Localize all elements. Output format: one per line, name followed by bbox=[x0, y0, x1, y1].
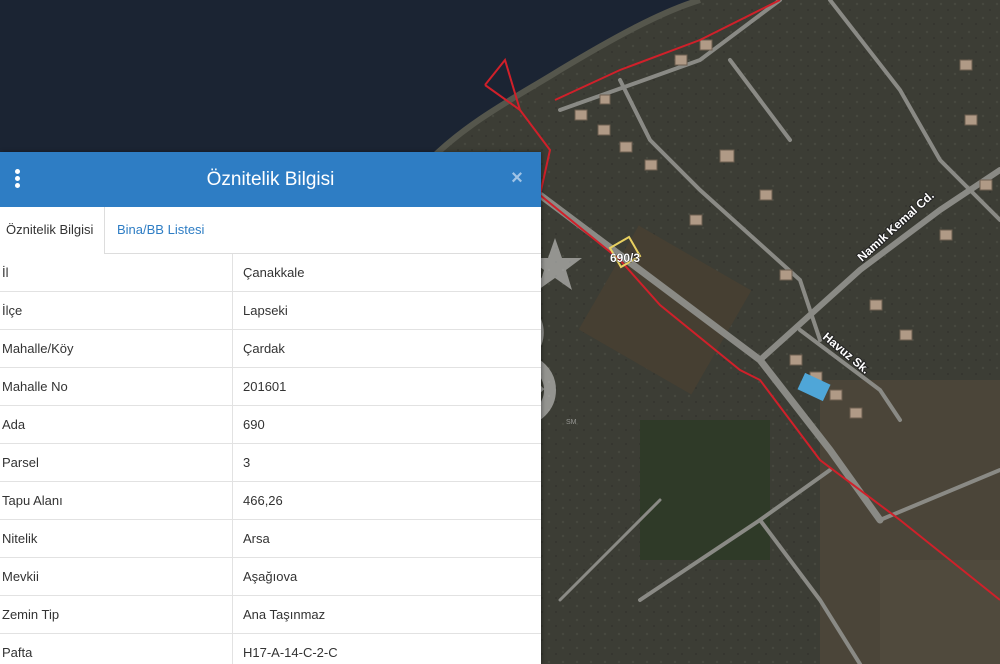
parcel-label: 690/3 bbox=[610, 251, 640, 265]
table-row: Nitelik Arsa bbox=[0, 519, 541, 558]
tab-attribute-info[interactable]: Öznitelik Bilgisi bbox=[0, 207, 105, 254]
panel-header: Öznitelik Bilgisi × bbox=[0, 152, 541, 207]
panel-tabs: Öznitelik Bilgisi Bina/BB Listesi bbox=[0, 207, 541, 254]
table-row: İl Çanakkale bbox=[0, 254, 541, 292]
attribute-key: Parsel bbox=[0, 443, 233, 482]
panel-title: Öznitelik Bilgisi bbox=[206, 169, 335, 190]
watermark-mark: SM bbox=[566, 419, 577, 426]
attribute-value: 201601 bbox=[232, 367, 541, 406]
table-row: Mahalle/Köy Çardak bbox=[0, 329, 541, 368]
field-patch bbox=[880, 560, 1000, 664]
table-row: Tapu Alanı 466,26 bbox=[0, 481, 541, 520]
map-viewer: 690/3 Namık Kemal Cd. Havuz Sk. SM Öznit… bbox=[0, 0, 1000, 664]
attribute-value: 466,26 bbox=[232, 481, 541, 520]
attribute-key: Ada bbox=[0, 405, 233, 444]
table-row: Pafta H17-A-14-C-2-C bbox=[0, 633, 541, 664]
table-row: Mevkii Aşağıova bbox=[0, 557, 541, 596]
attribute-key: Mevkii bbox=[0, 557, 233, 596]
attribute-value: Aşağıova bbox=[232, 557, 541, 596]
attribute-value: 690 bbox=[232, 405, 541, 444]
table-row: Zemin Tip Ana Taşınmaz bbox=[0, 595, 541, 634]
attribute-table: İl Çanakkale İlçe Lapseki Mahalle/Köy Ça… bbox=[0, 254, 541, 664]
close-icon[interactable]: × bbox=[507, 166, 527, 190]
attribute-key: İl bbox=[0, 254, 233, 292]
table-row: Mahalle No 201601 bbox=[0, 367, 541, 406]
attribute-panel: Öznitelik Bilgisi × Öznitelik Bilgisi Bi… bbox=[0, 152, 541, 664]
attribute-value: Lapseki bbox=[232, 291, 541, 330]
table-row: Ada 690 bbox=[0, 405, 541, 444]
attribute-value: Çanakkale bbox=[232, 254, 541, 292]
attribute-key: Mahalle/Köy bbox=[0, 329, 233, 368]
attribute-value: 3 bbox=[232, 443, 541, 482]
table-row: İlçe Lapseki bbox=[0, 291, 541, 330]
attribute-value: Arsa bbox=[232, 519, 541, 558]
attribute-key: Nitelik bbox=[0, 519, 233, 558]
table-row: Parsel 3 bbox=[0, 443, 541, 482]
attribute-key: Mahalle No bbox=[0, 367, 233, 406]
attribute-value: Ana Taşınmaz bbox=[232, 595, 541, 634]
attribute-key: Zemin Tip bbox=[0, 595, 233, 634]
field-patch bbox=[640, 420, 770, 560]
attribute-key: Tapu Alanı bbox=[0, 481, 233, 520]
attribute-value: H17-A-14-C-2-C bbox=[232, 633, 541, 664]
attribute-value: Çardak bbox=[232, 329, 541, 368]
attribute-key: Pafta bbox=[0, 633, 233, 664]
attribute-key: İlçe bbox=[0, 291, 233, 330]
tab-building-list[interactable]: Bina/BB Listesi bbox=[111, 207, 210, 253]
